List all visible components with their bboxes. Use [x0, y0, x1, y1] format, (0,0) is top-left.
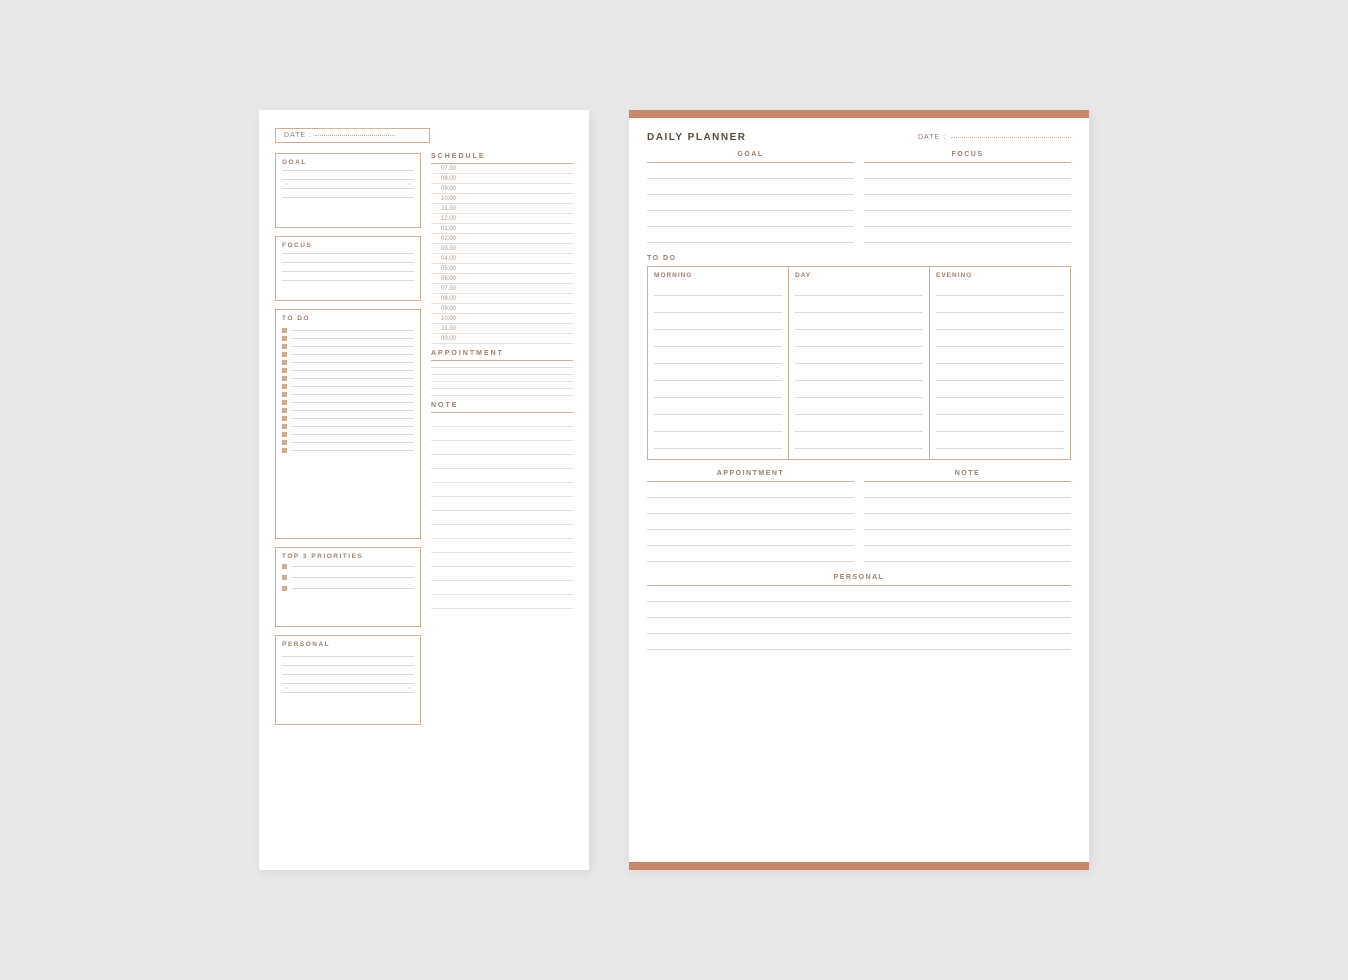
left-date-label: DATE : [284, 132, 312, 139]
left-note-section: NOTE [431, 402, 573, 609]
right-goal-col: GOAL [647, 151, 854, 247]
right-appt-note-row: APPOINTMENT NOTE [647, 470, 1071, 566]
right-focus-col: FOCUS [864, 151, 1071, 247]
right-header: DAILY PLANNER DATE : [647, 132, 1071, 143]
right-planner: DAILY PLANNER DATE : GOAL FOCUS [629, 110, 1089, 870]
right-todo-label: TO DO [647, 255, 1071, 262]
right-focus-label: FOCUS [864, 151, 1071, 158]
left-focus-label: FOCUS [282, 242, 414, 249]
right-top-bar [629, 110, 1089, 118]
right-goal-focus-row: GOAL FOCUS [647, 151, 1071, 247]
left-main: GOAL FOCUS TO DO [275, 153, 573, 725]
left-appointment-label: APPOINTMENT [431, 350, 573, 361]
left-column: GOAL FOCUS TO DO [275, 153, 421, 725]
right-morning-label: MORNING [654, 272, 782, 279]
right-appointment-col: APPOINTMENT [647, 470, 854, 566]
left-date-row: DATE : [275, 128, 573, 143]
left-focus-section: FOCUS [275, 236, 421, 301]
right-personal-section: PERSONAL [647, 574, 1071, 650]
right-day-col: DAY [789, 267, 930, 459]
left-goal-section: GOAL [275, 153, 421, 228]
right-title: DAILY PLANNER [647, 132, 747, 143]
right-note-col: NOTE [864, 470, 1071, 566]
left-planner: DATE : GOAL FOCUS [259, 110, 589, 870]
left-todo-lines [282, 328, 414, 453]
left-todo-section: TO DO [275, 309, 421, 539]
right-personal-label: PERSONAL [647, 574, 1071, 581]
right-date-area: DATE : [918, 134, 1071, 141]
right-bottom-bar [629, 862, 1089, 870]
right-todo-grid: MORNING DAY EVENING [647, 266, 1071, 460]
left-goal-label: GOAL [282, 159, 414, 166]
right-evening-col: EVENING [930, 267, 1070, 459]
right-note-label: NOTE [864, 470, 1071, 477]
left-todo-label: TO DO [282, 315, 414, 322]
right-date-label: DATE : [918, 134, 946, 141]
right-morning-col: MORNING [648, 267, 789, 459]
main-container: DATE : GOAL FOCUS [219, 50, 1129, 930]
left-schedule-section: SCHEDULE 07.00 08.00 09.00 10.00 11.00 1… [431, 153, 573, 344]
right-content: DAILY PLANNER DATE : GOAL FOCUS [629, 118, 1089, 862]
left-priorities-section: TOP 3 PRIORITIES [275, 547, 421, 627]
right-goal-label: GOAL [647, 151, 854, 158]
right-evening-label: EVENING [936, 272, 1064, 279]
left-priorities-label: TOP 3 PRIORITIES [282, 553, 414, 560]
right-appointment-label: APPOINTMENT [647, 470, 854, 477]
left-schedule-label: SCHEDULE [431, 153, 573, 164]
right-day-label: DAY [795, 272, 923, 279]
left-personal-section: PERSONAL [275, 635, 421, 725]
left-appointment-section: APPOINTMENT [431, 350, 573, 396]
left-date-box: DATE : [275, 128, 430, 143]
left-note-label: NOTE [431, 402, 573, 413]
left-right-column: SCHEDULE 07.00 08.00 09.00 10.00 11.00 1… [431, 153, 573, 725]
left-personal-label: PERSONAL [282, 641, 414, 648]
